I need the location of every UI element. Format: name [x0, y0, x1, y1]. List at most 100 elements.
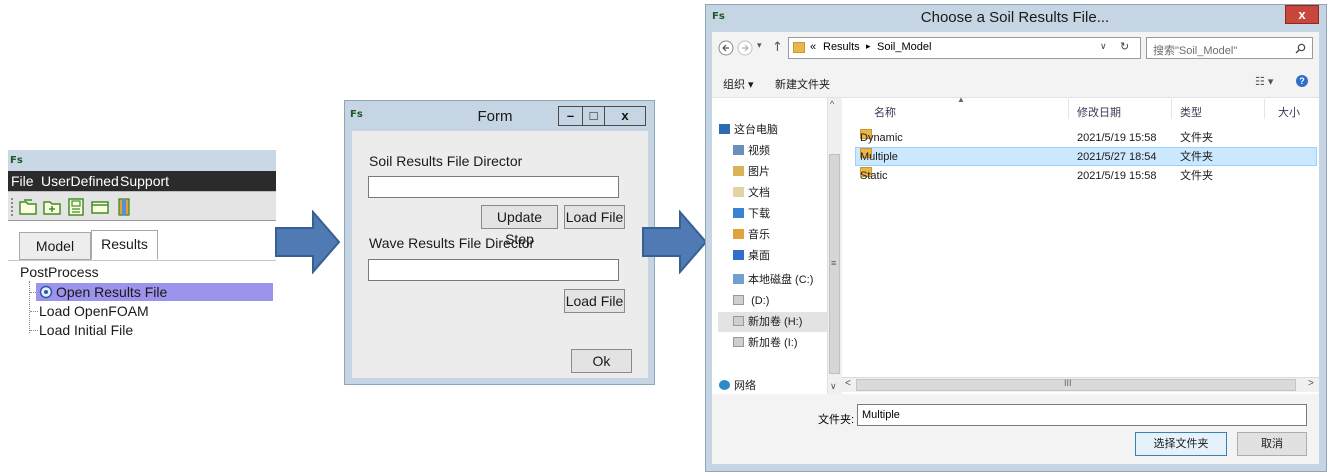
nav-label: 音乐 — [748, 229, 770, 241]
nav-item-documents[interactable]: 文档 — [733, 183, 770, 203]
nav-label: (D:) — [751, 295, 770, 307]
nav-item-this-pc[interactable]: 这台电脑 — [719, 120, 778, 140]
nav-item-network[interactable]: 网络 — [719, 376, 756, 396]
save-icon[interactable] — [66, 197, 86, 217]
wave-load-file-button[interactable]: Load File — [564, 289, 625, 313]
select-folder-button[interactable]: 选择文件夹 — [1135, 432, 1227, 456]
column-divider — [1171, 99, 1172, 119]
nav-item-music[interactable]: 音乐 — [733, 225, 770, 245]
h-scroll-thumb[interactable] — [856, 379, 1296, 391]
column-header-name[interactable]: 名称 — [874, 104, 896, 120]
tab-results[interactable]: Results — [91, 230, 158, 260]
soil-results-input[interactable] — [368, 176, 619, 198]
organize-menu[interactable]: 组织 ▾ — [723, 76, 754, 92]
row-name-text: Multiple — [860, 151, 898, 163]
ok-button[interactable]: Ok — [571, 349, 632, 373]
nav-item-drive-d[interactable]: (D:) — [733, 291, 769, 311]
form-client-area: Soil Results File Director Update Step L… — [352, 131, 648, 378]
column-header-type[interactable]: 类型 — [1180, 104, 1202, 120]
up-icon[interactable]: ↑ — [772, 40, 783, 55]
nav-label: 本地磁盘 (C:) — [748, 274, 814, 286]
pc-icon — [719, 124, 730, 134]
drive-icon — [733, 337, 744, 347]
nav-item-volume-i[interactable]: 新加卷 (I:) — [733, 333, 798, 353]
nav-item-videos[interactable]: 视频 — [733, 141, 770, 161]
file-row[interactable]: Static 2021/5/19 15:58 文件夹 — [857, 167, 1307, 186]
scroll-down-icon[interactable]: ∨ — [830, 381, 837, 392]
update-step-button[interactable]: Update Step — [481, 205, 558, 247]
nav-label: 图片 — [748, 166, 770, 178]
nav-item-downloads[interactable]: 下载 — [733, 204, 770, 224]
nav-item-desktop[interactable]: 桌面 — [733, 246, 770, 266]
nav-item-pictures[interactable]: 图片 — [733, 162, 770, 182]
breadcrumb-soil-model[interactable]: Soil_Model — [877, 41, 931, 53]
recent-dropdown-icon[interactable]: ▾ — [757, 41, 762, 51]
tree-item-open-results-file[interactable]: Open Results File — [36, 283, 273, 301]
drive-icon — [733, 316, 744, 326]
search-input[interactable]: 搜索"Soil_Model" — [1153, 42, 1237, 58]
sort-indicator-icon: ▲ — [957, 95, 965, 104]
close-button[interactable]: x — [605, 107, 645, 125]
tab-model[interactable]: Model — [19, 232, 91, 260]
video-icon — [733, 145, 744, 155]
nav-item-local-disk-c[interactable]: 本地磁盘 (C:) — [733, 270, 813, 290]
search-box[interactable]: 搜索"Soil_Model" — [1146, 37, 1313, 59]
scroll-right-icon[interactable]: > — [1308, 378, 1314, 389]
row-type: 文件夹 — [1180, 151, 1213, 163]
flow-arrow-2 — [642, 210, 708, 274]
help-icon[interactable]: ? — [1296, 75, 1308, 87]
menubar: File UserDefined Support — [8, 171, 276, 191]
scroll-left-icon[interactable]: < — [845, 378, 851, 389]
file-row-selected[interactable]: Multiple 2021/5/27 18:54 文件夹 — [855, 147, 1317, 166]
soil-load-file-button[interactable]: Load File — [564, 205, 625, 229]
nav-label: 新加卷 (H:) — [748, 316, 803, 328]
toolbar-grip[interactable] — [11, 198, 13, 216]
address-bar[interactable]: « Results ▸ Soil_Model ∨ ↻ — [788, 37, 1141, 59]
column-header-size[interactable]: 大小 — [1278, 104, 1300, 120]
main-app-window: Fs File UserDefined Support Model Result… — [8, 150, 276, 340]
address-dropdown-icon[interactable]: ∨ — [1100, 41, 1107, 52]
wave-results-input[interactable] — [368, 259, 619, 281]
refresh-icon[interactable]: ↻ — [1120, 40, 1129, 53]
gear-globe-icon — [39, 285, 53, 299]
search-icon[interactable] — [1295, 43, 1306, 54]
cancel-button[interactable]: 取消 — [1237, 432, 1307, 456]
menu-support[interactable]: Support — [120, 173, 169, 189]
documents-icon — [733, 187, 744, 197]
tree-item-load-initial-file[interactable]: Load Initial File — [39, 321, 133, 339]
new-folder-button[interactable]: 新建文件夹 — [775, 76, 830, 92]
soil-results-label: Soil Results File Director — [369, 153, 523, 169]
tree-item-label: Open Results File — [56, 284, 168, 300]
scroll-up-icon[interactable]: ^ — [830, 99, 834, 109]
downloads-icon — [733, 208, 744, 218]
horizontal-scrollbar[interactable]: < III > — [842, 377, 1319, 392]
flow-arrow-1 — [275, 210, 341, 274]
scroll-grip-icon: ≡ — [831, 258, 837, 268]
window-icon[interactable] — [90, 197, 110, 217]
forward-icon[interactable] — [737, 40, 753, 56]
minimize-button[interactable]: – — [559, 107, 583, 125]
form-logo: Fs — [350, 109, 363, 120]
tree-root-postprocess[interactable]: PostProcess — [20, 264, 99, 280]
toolbar — [8, 191, 276, 221]
address-overflow[interactable]: « — [810, 41, 816, 53]
nav-item-volume-h[interactable]: 新加卷 (H:) — [718, 312, 827, 332]
column-header-date[interactable]: 修改日期 — [1077, 104, 1121, 120]
dialog-close-button[interactable]: x — [1285, 5, 1319, 24]
menu-file[interactable]: File — [11, 173, 34, 189]
tree-item-load-openfoam[interactable]: Load OpenFOAM — [39, 302, 149, 320]
folder-icon — [793, 42, 805, 53]
open-folder-icon[interactable] — [18, 197, 38, 217]
view-options-icon[interactable]: ☷ ▾ — [1255, 75, 1273, 88]
back-icon[interactable] — [718, 40, 734, 56]
maximize-button[interactable]: □ — [583, 107, 605, 125]
nav-label: 这台电脑 — [734, 124, 778, 136]
menu-userdefined[interactable]: UserDefined — [41, 173, 119, 189]
breadcrumb-results[interactable]: Results — [823, 41, 860, 53]
folder-input[interactable]: Multiple — [857, 404, 1307, 426]
book-icon[interactable] — [114, 197, 134, 217]
row-type: 文件夹 — [1180, 132, 1213, 144]
new-folder-icon[interactable] — [42, 197, 62, 217]
file-row[interactable]: Dynamic 2021/5/19 15:58 文件夹 — [857, 129, 1307, 148]
folder-label: 文件夹: — [818, 414, 855, 426]
